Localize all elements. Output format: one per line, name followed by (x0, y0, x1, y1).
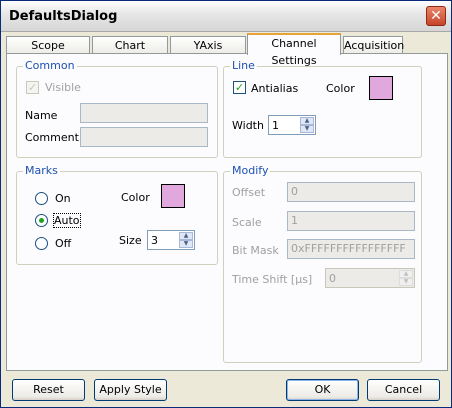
title-bar[interactable]: DefaultsDialog ✕ (1, 1, 451, 32)
reset-button[interactable]: Reset (12, 379, 85, 401)
marks-on-label: On (55, 192, 71, 205)
radio-selected-dot (39, 218, 44, 223)
width-spinner[interactable]: 1 ▲ ▼ (268, 115, 316, 135)
marks-off-label: Off (55, 237, 72, 250)
size-label: Size (119, 234, 142, 247)
visible-checkbox[interactable]: ✓ (26, 81, 39, 94)
timeshift-value: 0 (329, 272, 336, 285)
bitmask-label: Bit Mask (232, 244, 279, 257)
line-legend: Line (230, 59, 257, 72)
modify-legend: Modify (230, 164, 271, 177)
size-spinner[interactable]: 3 ▲ ▼ (147, 230, 195, 250)
timeshift-label: Time Shift [µs] (232, 273, 313, 286)
marks-auto-radio[interactable] (35, 214, 48, 227)
marks-on-radio[interactable] (35, 192, 48, 205)
scale-field[interactable]: 1 (287, 211, 415, 231)
cancel-button[interactable]: Cancel (367, 379, 440, 401)
offset-label: Offset (232, 186, 266, 199)
width-label: Width (232, 119, 264, 132)
name-field[interactable] (80, 103, 208, 123)
antialias-checkbox[interactable]: ✓ (233, 81, 246, 94)
common-legend: Common (23, 59, 77, 72)
comment-field[interactable] (80, 127, 208, 147)
marks-auto-label: Auto (53, 213, 81, 228)
marks-legend: Marks (23, 164, 60, 177)
line-color-label: Color (326, 82, 355, 95)
timeshift-spinner[interactable]: 0 ▲ ▼ (325, 268, 415, 288)
name-label: Name (25, 109, 58, 122)
spin-up-icon[interactable]: ▲ (179, 232, 193, 240)
marks-group: Marks On Auto Off Color Size 3 ▲ ▼ (16, 164, 218, 265)
channel-settings-panel: Common ✓ Visible Name Comment: Line ✓ An… (6, 53, 448, 371)
offset-field[interactable]: 0 (287, 182, 415, 202)
tab-yaxis-settings[interactable]: YAxis Settings (170, 36, 246, 69)
size-value: 3 (151, 234, 158, 247)
spin-up-icon[interactable]: ▲ (300, 117, 314, 125)
antialias-label: Antialias (251, 82, 299, 95)
line-group: Line ✓ Antialias Color Width 1 ▲ ▼ (223, 59, 422, 158)
ok-button[interactable]: OK (286, 379, 359, 401)
marks-color-label: Color (121, 191, 150, 204)
comment-label: Comment: (25, 131, 83, 144)
spin-down-icon[interactable]: ▼ (300, 125, 314, 133)
tab-chart-settings[interactable]: Chart Settings (92, 36, 168, 69)
width-value: 1 (272, 119, 279, 132)
spin-up-icon[interactable]: ▲ (399, 270, 413, 278)
window-title: DefaultsDialog (9, 9, 118, 24)
visible-label: Visible (45, 81, 81, 94)
spin-down-icon[interactable]: ▼ (179, 240, 193, 248)
close-icon[interactable]: ✕ (426, 6, 446, 26)
marks-off-radio[interactable] (35, 237, 48, 250)
common-group: Common ✓ Visible Name Comment: (16, 59, 218, 158)
scale-label: Scale (232, 216, 262, 229)
bitmask-field[interactable]: 0xFFFFFFFFFFFFFFFF (287, 239, 415, 259)
line-color-swatch[interactable] (369, 76, 393, 100)
defaults-dialog: DefaultsDialog ✕ Scope Settings Chart Se… (0, 0, 452, 408)
tab-acquisition[interactable]: Acquisition (343, 36, 404, 54)
tab-scope-settings[interactable]: Scope Settings (6, 36, 90, 69)
modify-group: Modify Offset 0 Scale 1 Bit Mask 0xFFFFF… (223, 164, 422, 363)
marks-color-swatch[interactable] (161, 184, 185, 208)
tab-channel-settings[interactable]: Channel Settings (247, 33, 341, 67)
spin-down-icon[interactable]: ▼ (399, 278, 413, 286)
apply-style-button[interactable]: Apply Style (94, 379, 167, 401)
